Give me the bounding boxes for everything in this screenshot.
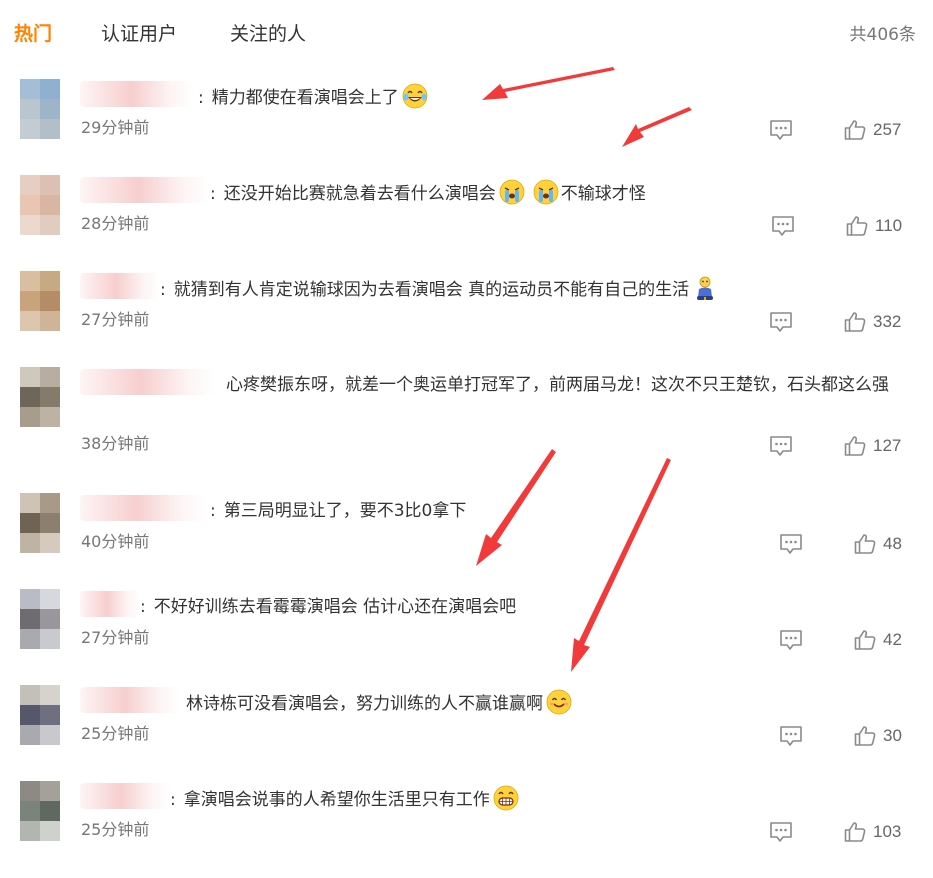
comment-text: : 不好好训练去看霉霉演唱会 估计心还在演唱会吧 — [140, 597, 517, 617]
reply-comment-icon[interactable] — [768, 820, 794, 844]
grin-emoji-icon — [493, 785, 519, 811]
like-count: 103 — [873, 822, 902, 841]
comment-time: 29分钟前 — [81, 118, 150, 137]
comment-text: 心疼樊振东呀，就差一个奥运单打冠军了，前两届马龙！这次不只王楚钦，石头都这么强 — [80, 371, 917, 400]
comment-body-2: 不输球才怪 — [560, 184, 646, 204]
thumbs-up-icon — [845, 214, 869, 238]
avatar[interactable] — [20, 367, 60, 427]
thumbs-up-icon — [843, 434, 867, 458]
comment-body: 心疼樊振东呀，就差一个奥运单打冠军了，前两届马龙！这次不只王楚钦，石头都这么强 — [226, 375, 889, 395]
like-button[interactable]: 127 — [843, 434, 901, 458]
laughing-tears-emoji-icon — [402, 83, 428, 109]
thumbs-up-icon — [853, 724, 877, 748]
reply-comment-icon[interactable] — [778, 628, 804, 652]
avatar[interactable] — [20, 271, 60, 331]
like-button[interactable]: 30 — [853, 724, 902, 748]
reply-comment-icon[interactable] — [768, 310, 794, 334]
like-button[interactable]: 257 — [843, 118, 901, 142]
thumbs-up-icon — [853, 532, 877, 556]
comment-item: 林诗栋可没看演唱会，努力训练的人不赢谁赢啊 25分钟前 30 — [0, 685, 933, 782]
comment-item: : 拿演唱会说事的人希望你生活里只有工作 25分钟前 103 — [0, 781, 933, 878]
reply-comment-icon[interactable] — [768, 434, 794, 458]
reply-comment-icon[interactable] — [778, 724, 804, 748]
comment-item: : 第三局明显让了，要不3比0拿下 40分钟前 48 — [0, 493, 933, 590]
comment-time: 25分钟前 — [81, 820, 150, 839]
reply-comment-icon[interactable] — [768, 118, 794, 142]
comment-body: 精力都使在看演唱会上了 — [211, 88, 399, 108]
comment-time: 27分钟前 — [81, 310, 150, 329]
comment-item: : 精力都使在看演唱会上了 29分钟前 257 — [0, 79, 933, 176]
reply-comment-icon[interactable] — [778, 532, 804, 556]
comment-item: : 还没开始比赛就急着去看什么演唱会 不输球才怪 28分钟前 110 — [0, 175, 933, 272]
comment-body: 第三局明显让了，要不3比0拿下 — [223, 501, 467, 521]
comment-item: : 就猜到有人肯定说输球因为去看演唱会 真的运动员不能有自己的生活 27分钟前 3… — [0, 271, 933, 368]
tab-following[interactable]: 关注的人 — [230, 19, 306, 46]
like-button[interactable]: 42 — [853, 628, 902, 652]
avatar[interactable] — [20, 175, 60, 235]
comment-item: 心疼樊振东呀，就差一个奥运单打冠军了，前两届马龙！这次不只王楚钦，石头都这么强 … — [0, 367, 933, 488]
like-button[interactable]: 48 — [853, 532, 902, 556]
comment-filter-tabs: 热门 认证用户 关注的人 共406条 — [0, 0, 933, 64]
comment-time: 25分钟前 — [81, 724, 150, 743]
comment-time: 28分钟前 — [81, 214, 150, 233]
like-count: 30 — [883, 726, 902, 745]
comment-body: 不好好训练去看霉霉演唱会 估计心还在演唱会吧 — [153, 597, 517, 617]
avatar[interactable] — [20, 589, 60, 649]
sitting-figure-emoji-icon — [692, 275, 718, 301]
like-count: 110 — [875, 216, 903, 235]
tab-hot[interactable]: 热门 — [14, 19, 52, 46]
comment-body: 就猜到有人肯定说输球因为去看演唱会 真的运动员不能有自己的生活 — [173, 280, 690, 300]
crying-emoji-icon — [533, 179, 559, 205]
comment-item: : 不好好训练去看霉霉演唱会 估计心还在演唱会吧 27分钟前 42 — [0, 589, 933, 686]
avatar[interactable] — [20, 79, 60, 139]
comment-text: : 精力都使在看演唱会上了 — [80, 83, 913, 113]
like-count: 257 — [873, 120, 902, 139]
comment-body: 还没开始比赛就急着去看什么演唱会 — [223, 184, 496, 204]
tab-verified-users[interactable]: 认证用户 — [101, 19, 177, 46]
like-button[interactable]: 103 — [843, 820, 901, 844]
like-button[interactable]: 110 — [845, 214, 902, 238]
comment-body: 林诗栋可没看演唱会，努力训练的人不赢谁赢啊 — [186, 694, 543, 714]
thumbs-up-icon — [843, 820, 867, 844]
comment-text: 林诗栋可没看演唱会，努力训练的人不赢谁赢啊 — [80, 689, 913, 719]
reply-comment-icon[interactable] — [770, 214, 796, 238]
comment-total-count: 共406条 — [849, 25, 916, 45]
thumbs-up-icon — [843, 310, 867, 334]
comment-text: : 第三局明显让了，要不3比0拿下 — [210, 501, 467, 521]
comment-text: : 拿演唱会说事的人希望你生活里只有工作 — [80, 785, 913, 815]
thumbs-up-icon — [843, 118, 867, 142]
crying-emoji-icon — [499, 179, 525, 205]
like-count: 42 — [883, 630, 902, 649]
avatar[interactable] — [20, 781, 60, 841]
comment-text: : 还没开始比赛就急着去看什么演唱会 不输球才怪 — [80, 179, 913, 209]
like-count: 127 — [873, 436, 902, 455]
comment-body: 拿演唱会说事的人希望你生活里只有工作 — [183, 790, 490, 810]
comment-time: 27分钟前 — [81, 628, 150, 647]
like-count: 48 — [883, 534, 902, 553]
comment-time: 40分钟前 — [81, 532, 150, 551]
comment-text: : 就猜到有人肯定说输球因为去看演唱会 真的运动员不能有自己的生活 — [80, 275, 913, 305]
like-count: 332 — [873, 312, 902, 331]
comment-time: 38分钟前 — [81, 434, 150, 453]
thumbs-up-icon — [853, 628, 877, 652]
avatar[interactable] — [20, 493, 60, 553]
like-button[interactable]: 332 — [843, 310, 901, 334]
smile-emoji-icon — [546, 689, 572, 715]
avatar[interactable] — [20, 685, 60, 745]
